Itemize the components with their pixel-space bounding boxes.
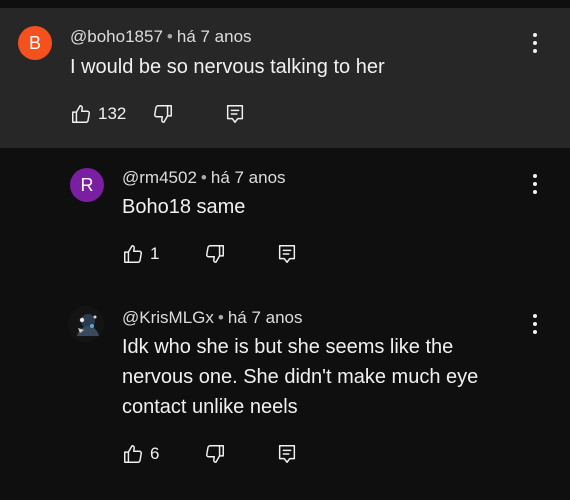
like-count: 6 <box>150 444 160 463</box>
more-options-icon[interactable] <box>529 31 541 55</box>
comment-author[interactable]: @rm4502 <box>122 168 197 187</box>
comment-text-line: Idk who she is but she seems like the <box>122 336 454 358</box>
comment-actions: 132 <box>70 101 270 127</box>
comment-text: Idk who she is but she seems like the ne… <box>122 332 478 422</box>
like-button[interactable]: 1 <box>122 241 159 267</box>
dislike-button[interactable] <box>152 101 174 127</box>
avatar[interactable]: R <box>70 168 104 202</box>
comment-actions: 6 <box>122 441 322 467</box>
like-button[interactable]: 6 <box>122 441 159 467</box>
dislike-button[interactable] <box>204 441 226 467</box>
like-count: 132 <box>98 104 127 123</box>
like-count: 1 <box>150 244 160 263</box>
comment-text-line: contact unlike neels <box>122 396 298 418</box>
comment-text: Boho18 same <box>122 196 246 218</box>
reply-comment-icon <box>278 445 296 463</box>
thumbs-up-icon <box>124 245 142 263</box>
comment-actions: 1 <box>122 241 322 267</box>
comment-text: I would be so nervous talking to her <box>70 56 385 78</box>
comment-meta: @rm4502 • há 7 anos <box>122 168 286 188</box>
thumbs-down-icon <box>154 105 172 123</box>
like-button[interactable]: 132 <box>70 101 126 127</box>
comment-text-line: nervous one. She didn't make much eye <box>122 366 479 388</box>
reply-comment-icon <box>278 245 296 263</box>
avatar[interactable] <box>68 306 104 342</box>
reply-comment: R @rm4502 • há 7 anos Boho18 same 1 <box>0 148 570 288</box>
comment-meta: @boho1857 • há 7 anos <box>70 27 252 47</box>
avatar-letter: B <box>28 32 41 53</box>
comment-thread-highlighted: B @boho1857 • há 7 anos I would be so nerv… <box>0 8 570 148</box>
comment-meta: @KrisMLGx • há 7 anos <box>122 308 303 328</box>
reply-button[interactable] <box>276 241 298 267</box>
reply-comment-icon <box>226 105 244 123</box>
avatar-letter: R <box>80 174 94 195</box>
separator-dot: • <box>166 27 173 46</box>
separator-dot: • <box>200 168 207 187</box>
thumbs-up-icon <box>72 105 90 123</box>
reply-comment: @KrisMLGx • há 7 anos Idk who she is but s… <box>0 288 570 500</box>
reply-button[interactable] <box>276 441 298 467</box>
more-options-icon[interactable] <box>529 172 541 196</box>
dislike-button[interactable] <box>204 241 226 267</box>
avatar[interactable]: B <box>18 26 52 60</box>
comment-author[interactable]: @KrisMLGx <box>122 308 214 327</box>
comment-time[interactable]: há 7 anos <box>177 27 252 46</box>
comment-author[interactable]: @boho1857 <box>70 27 163 46</box>
reply-button[interactable] <box>224 101 246 127</box>
comment-time[interactable]: há 7 anos <box>228 308 303 327</box>
more-options-icon[interactable] <box>529 312 541 336</box>
thumbs-up-icon <box>124 445 142 463</box>
thumbs-down-icon <box>206 245 224 263</box>
thumbs-down-icon <box>206 445 224 463</box>
comment-time[interactable]: há 7 anos <box>211 168 286 187</box>
separator-dot: • <box>217 308 224 327</box>
avatar-image <box>68 306 104 342</box>
